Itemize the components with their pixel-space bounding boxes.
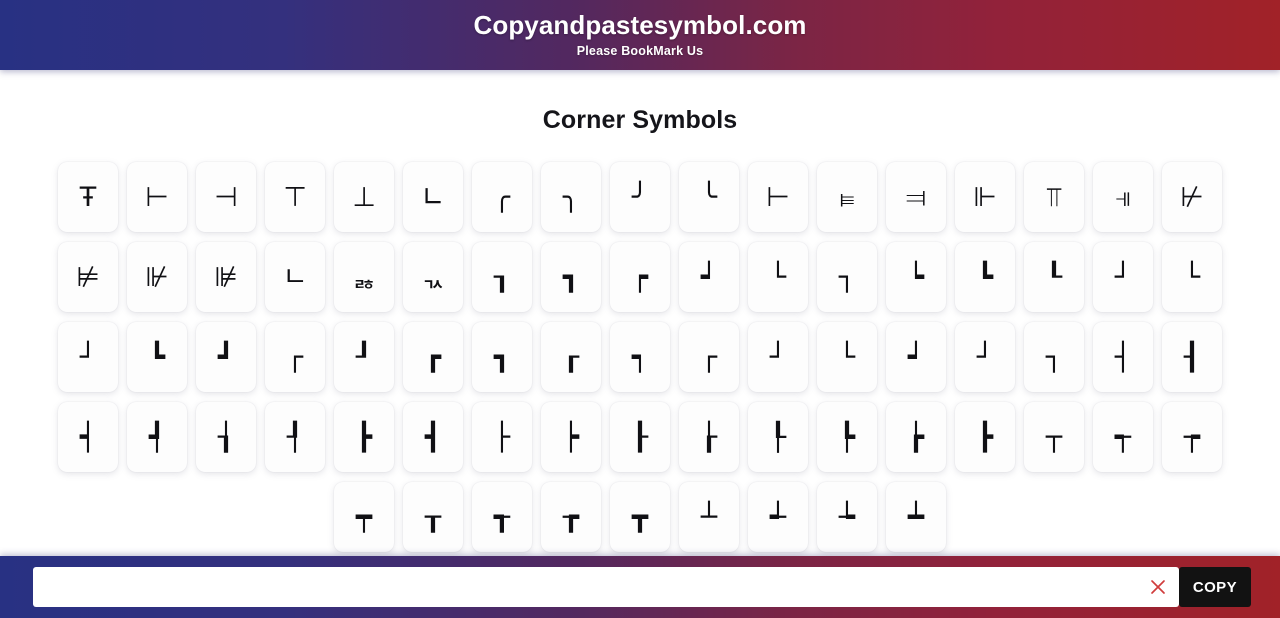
symbol-card[interactable]: ┱ [472, 482, 532, 552]
symbol-card[interactable]: ┒ [472, 242, 532, 312]
symbol-card[interactable]: ㄴ [265, 242, 325, 312]
symbol-card[interactable]: ⊤ [265, 162, 325, 232]
symbol-card[interactable]: ┏ [403, 322, 463, 392]
symbol-card[interactable]: ┲ [541, 482, 601, 552]
symbol-card[interactable]: ⊮ [127, 242, 187, 312]
symbol-card[interactable]: ┳ [610, 482, 670, 552]
symbol-card[interactable]: ┚ [334, 322, 394, 392]
symbol-card[interactable]: ⊣ [196, 162, 256, 232]
site-title: Copyandpastesymbol.com [473, 9, 807, 40]
symbol-card[interactable]: ┮ [1162, 402, 1222, 472]
symbol-card[interactable]: ┛ [196, 322, 256, 392]
symbol-card[interactable]: ┐ [1024, 322, 1084, 392]
copy-input[interactable] [33, 568, 1141, 606]
symbol-card[interactable]: ┡ [817, 402, 877, 472]
site-subtitle-bookmark-notice: Please BookMark Us [576, 44, 704, 59]
symbol-card[interactable]: ┦ [265, 402, 325, 472]
symbol-card[interactable]: └ [817, 322, 877, 392]
symbol-card[interactable]: ┵ [748, 482, 808, 552]
symbol-card[interactable]: ⊭ [58, 242, 118, 312]
copy-bar: COPY [0, 556, 1280, 618]
symbol-card[interactable]: ┯ [334, 482, 394, 552]
symbol-card[interactable]: ┴ [679, 482, 739, 552]
symbol-card[interactable]: ╭ [472, 162, 532, 232]
symbol-card[interactable]: ┷ [886, 482, 946, 552]
symbol-card[interactable]: ⊬ [1162, 162, 1222, 232]
copy-button[interactable]: COPY [1178, 567, 1251, 607]
symbol-card[interactable]: ╰ [679, 162, 739, 232]
symbol-card[interactable]: ┖ [1024, 242, 1084, 312]
clear-button[interactable] [1141, 568, 1175, 606]
symbol-card[interactable]: ┗ [955, 242, 1015, 312]
symbol-card[interactable]: ┓ [541, 242, 601, 312]
symbol-card[interactable]: ┑ [610, 322, 670, 392]
symbol-card[interactable]: ┢ [886, 402, 946, 472]
symbol-card[interactable]: ┍ [610, 242, 670, 312]
symbol-card[interactable]: ┐ [817, 242, 877, 312]
symbol-card[interactable]: └ [748, 242, 808, 312]
symbol-card[interactable]: ╮ [541, 162, 601, 232]
site-header: Copyandpastesymbol.com Please BookMark U… [0, 0, 1280, 70]
symbol-card[interactable]: ┩ [127, 402, 187, 472]
symbol-card[interactable]: ┨ [1162, 322, 1222, 392]
symbol-card[interactable]: ┘ [748, 322, 808, 392]
symbol-card[interactable]: ⊢ [748, 162, 808, 232]
symbol-card[interactable]: ┫ [403, 402, 463, 472]
close-x-icon [1148, 577, 1168, 597]
symbol-card[interactable]: ᆶ [334, 242, 394, 312]
symbol-card[interactable]: ┧ [196, 402, 256, 472]
symbol-card[interactable]: └ [1162, 242, 1222, 312]
symbol-card[interactable]: ┰ [403, 482, 463, 552]
main-content: Corner Symbols Ŧ ⊢ ⊣ ⊤ ⊥ ∟ ╭ ╮ ╯ ╰ ⊢ ⫢ ⫤ ⊩ ⫪ ⫣ ⊬ ⊭ ⊮ ⊯ ㄴ ᆶ ᆪ ┒ ┓… [0, 70, 1280, 618]
symbol-card[interactable]: ∟ [403, 162, 463, 232]
symbol-grid: Ŧ ⊢ ⊣ ⊤ ⊥ ∟ ╭ ╮ ╯ ╰ ⊢ ⫢ ⫤ ⊩ ⫪ ⫣ ⊬ ⊭ ⊮ ⊯ ㄴ ᆶ ᆪ ┒ ┓ ┍ ┙ └ ┐ ┕ ┗ ┖ ┘ └ ┘ ┗ ┛ ┌ ┚ ┏… [0, 162, 1280, 552]
symbol-card[interactable]: ┝ [541, 402, 601, 472]
page-root: Copyandpastesymbol.com Please BookMark U… [0, 0, 1280, 618]
symbol-card[interactable]: ┤ [1093, 322, 1153, 392]
symbol-card[interactable]: ┣ [955, 402, 1015, 472]
symbol-card[interactable]: Ŧ [58, 162, 118, 232]
symbol-card[interactable]: ┌ [265, 322, 325, 392]
symbol-card[interactable]: ┠ [610, 402, 670, 472]
symbol-card[interactable]: ┘ [1093, 242, 1153, 312]
symbol-card[interactable]: ┌ [679, 322, 739, 392]
symbol-card[interactable]: ┙ [679, 242, 739, 312]
symbol-card[interactable]: ┟ [679, 402, 739, 472]
symbol-card[interactable]: ┎ [541, 322, 601, 392]
symbol-card[interactable]: ┘ [955, 322, 1015, 392]
symbol-card[interactable]: ┓ [472, 322, 532, 392]
copy-field-wrapper [33, 567, 1179, 607]
symbol-card[interactable]: ⊢ [127, 162, 187, 232]
symbol-card[interactable]: ┞ [748, 402, 808, 472]
symbol-card[interactable]: ┬ [1024, 402, 1084, 472]
symbol-card[interactable]: ┕ [886, 242, 946, 312]
page-title: Corner Symbols [542, 106, 738, 134]
symbol-card[interactable]: ⫣ [1093, 162, 1153, 232]
symbol-card[interactable]: ⊩ [955, 162, 1015, 232]
symbol-card[interactable]: ┗ [127, 322, 187, 392]
symbol-card[interactable]: ⫢ [817, 162, 877, 232]
symbol-card[interactable]: ┙ [886, 322, 946, 392]
symbol-card[interactable]: ⊥ [334, 162, 394, 232]
symbol-card[interactable]: ┭ [1093, 402, 1153, 472]
symbol-card[interactable]: ┶ [817, 482, 877, 552]
symbol-card[interactable]: ├ [472, 402, 532, 472]
symbol-card[interactable]: ┣ [334, 402, 394, 472]
symbol-card[interactable]: ┥ [58, 402, 118, 472]
symbol-card[interactable]: ᆪ [403, 242, 463, 312]
symbol-card[interactable]: ⫤ [886, 162, 946, 232]
symbol-card[interactable]: ╯ [610, 162, 670, 232]
symbol-card[interactable]: ⫪ [1024, 162, 1084, 232]
symbol-card[interactable]: ⊯ [196, 242, 256, 312]
symbol-card[interactable]: ┘ [58, 322, 118, 392]
